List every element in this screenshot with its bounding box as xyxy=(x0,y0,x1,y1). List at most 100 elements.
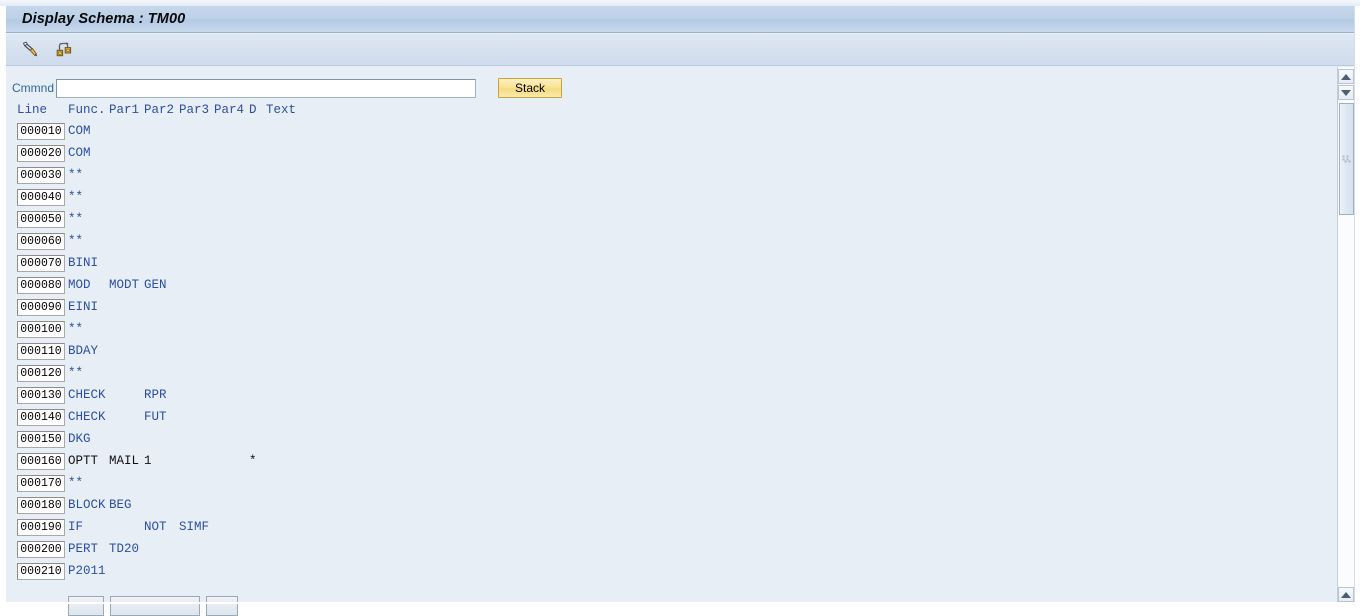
cell-func: DKG xyxy=(68,432,91,446)
cell-func: ** xyxy=(68,366,84,380)
bottom-button-2[interactable] xyxy=(110,596,200,616)
table-row: BINI xyxy=(6,253,1354,275)
cell-func: ** xyxy=(68,322,84,336)
cell-func: COM xyxy=(68,124,91,138)
row-cells: OPTT MAIL 1 * xyxy=(6,451,1354,473)
table-row: ** xyxy=(6,187,1354,209)
cell-par1: MAIL xyxy=(109,454,140,468)
row-cells: MOD MODT GEN xyxy=(6,275,1354,297)
table-row: COM xyxy=(6,121,1354,143)
row-cells: COM xyxy=(6,143,1354,165)
row-cells: ** xyxy=(6,473,1354,495)
row-cells: P2011 xyxy=(6,561,1354,583)
chevron-down-icon xyxy=(1341,89,1351,96)
table-row: ** xyxy=(6,363,1354,385)
cell-func: BDAY xyxy=(68,344,99,358)
display-change-button[interactable] xyxy=(18,38,42,62)
table-column-header: Line Func. Par1 Par2 Par3 Par4 D Text xyxy=(6,103,1354,121)
toolbar-button-group xyxy=(18,38,76,62)
column-header-par1: Par1 xyxy=(109,103,140,117)
table-row: ** xyxy=(6,473,1354,495)
chevron-up-icon xyxy=(1341,73,1351,80)
page-title: Display Schema : TM00 xyxy=(22,11,186,27)
command-input[interactable] xyxy=(56,78,476,98)
scroll-up-button[interactable] xyxy=(1338,69,1354,84)
scroll-bottom-button[interactable] xyxy=(1338,587,1354,602)
cell-func: EINI xyxy=(68,300,99,314)
column-header-text: Text xyxy=(266,103,297,117)
row-cells: ** xyxy=(6,209,1354,231)
table-row: CHECK RPR xyxy=(6,385,1354,407)
cell-par1: MODT xyxy=(109,278,140,292)
cell-func: OPTT xyxy=(68,454,99,468)
row-cells: EINI xyxy=(6,297,1354,319)
table-row: P2011 xyxy=(6,561,1354,583)
cell-func: CHECK xyxy=(68,388,106,402)
cell-func: PERT xyxy=(68,542,99,556)
cell-func: CHECK xyxy=(68,410,106,424)
row-cells: BINI xyxy=(6,253,1354,275)
cell-par2: NOT xyxy=(144,520,167,534)
cell-func: ** xyxy=(68,212,84,226)
cell-func: MOD xyxy=(68,278,91,292)
schema-rows: COMCOM********BINIMODMODTGENEINI**BDAY**… xyxy=(6,121,1354,583)
display-change-icon xyxy=(20,39,40,62)
column-header-par3: Par3 xyxy=(179,103,210,117)
row-cells: ** xyxy=(6,165,1354,187)
stack-button[interactable]: Stack xyxy=(498,78,562,98)
row-cells: ** xyxy=(6,363,1354,385)
table-row: ** xyxy=(6,231,1354,253)
schema-editor-panel: Cmmnd Stack Line Func. Par1 Par2 Par3 Pa… xyxy=(6,67,1354,616)
table-row: COM xyxy=(6,143,1354,165)
cell-par2: RPR xyxy=(144,388,167,402)
scrollbar-thumb[interactable] xyxy=(1339,103,1354,215)
cell-func: ** xyxy=(68,476,84,490)
table-row: ** xyxy=(6,209,1354,231)
cell-func: ** xyxy=(68,190,84,204)
cell-par2: FUT xyxy=(144,410,167,424)
cell-func: ** xyxy=(68,234,84,248)
scroll-down-button[interactable] xyxy=(1338,85,1354,100)
command-label: Cmmnd xyxy=(12,81,55,95)
attributes-button[interactable] xyxy=(52,38,76,62)
row-cells: BDAY xyxy=(6,341,1354,363)
row-cells: ** xyxy=(6,231,1354,253)
table-row: ** xyxy=(6,165,1354,187)
table-row: PERT TD20 xyxy=(6,539,1354,561)
row-cells: ** xyxy=(6,319,1354,341)
command-row: Cmmnd Stack xyxy=(6,77,562,99)
row-cells: CHECK FUT xyxy=(6,407,1354,429)
column-header-par2: Par2 xyxy=(144,103,175,117)
window-right-edge xyxy=(1354,0,1360,604)
table-row: DKG xyxy=(6,429,1354,451)
row-cells: DKG xyxy=(6,429,1354,451)
bottom-button-1[interactable] xyxy=(68,596,104,616)
cell-func: IF xyxy=(68,520,84,534)
cell-par2: 1 xyxy=(144,454,152,468)
cell-func: P2011 xyxy=(68,564,106,578)
row-cells: COM xyxy=(6,121,1354,143)
table-row: EINI xyxy=(6,297,1354,319)
cell-func: BINI xyxy=(68,256,99,270)
table-row: MOD MODT GEN xyxy=(6,275,1354,297)
bottom-button-3[interactable] xyxy=(206,596,238,616)
table-row: OPTT MAIL 1 * xyxy=(6,451,1354,473)
table-row: ** xyxy=(6,319,1354,341)
table-row: IF NOT SIMF xyxy=(6,517,1354,539)
row-cells: CHECK RPR xyxy=(6,385,1354,407)
row-cells: ** xyxy=(6,187,1354,209)
column-header-func: Func. xyxy=(68,103,106,117)
scrollbar-grip-icon xyxy=(1342,155,1351,163)
cell-func: COM xyxy=(68,146,91,160)
table-row: CHECK FUT xyxy=(6,407,1354,429)
column-header-d: D xyxy=(249,103,257,117)
column-header-line: Line xyxy=(17,103,48,117)
column-header-par4: Par4 xyxy=(214,103,245,117)
cell-d: * xyxy=(249,454,257,468)
table-row: BDAY xyxy=(6,341,1354,363)
cell-par1: BEG xyxy=(109,498,132,512)
table-row: BLOCKBEG xyxy=(6,495,1354,517)
row-cells: BLOCK BEG xyxy=(6,495,1354,517)
cell-par1: TD20 xyxy=(109,542,140,556)
vertical-scrollbar[interactable] xyxy=(1337,67,1354,604)
